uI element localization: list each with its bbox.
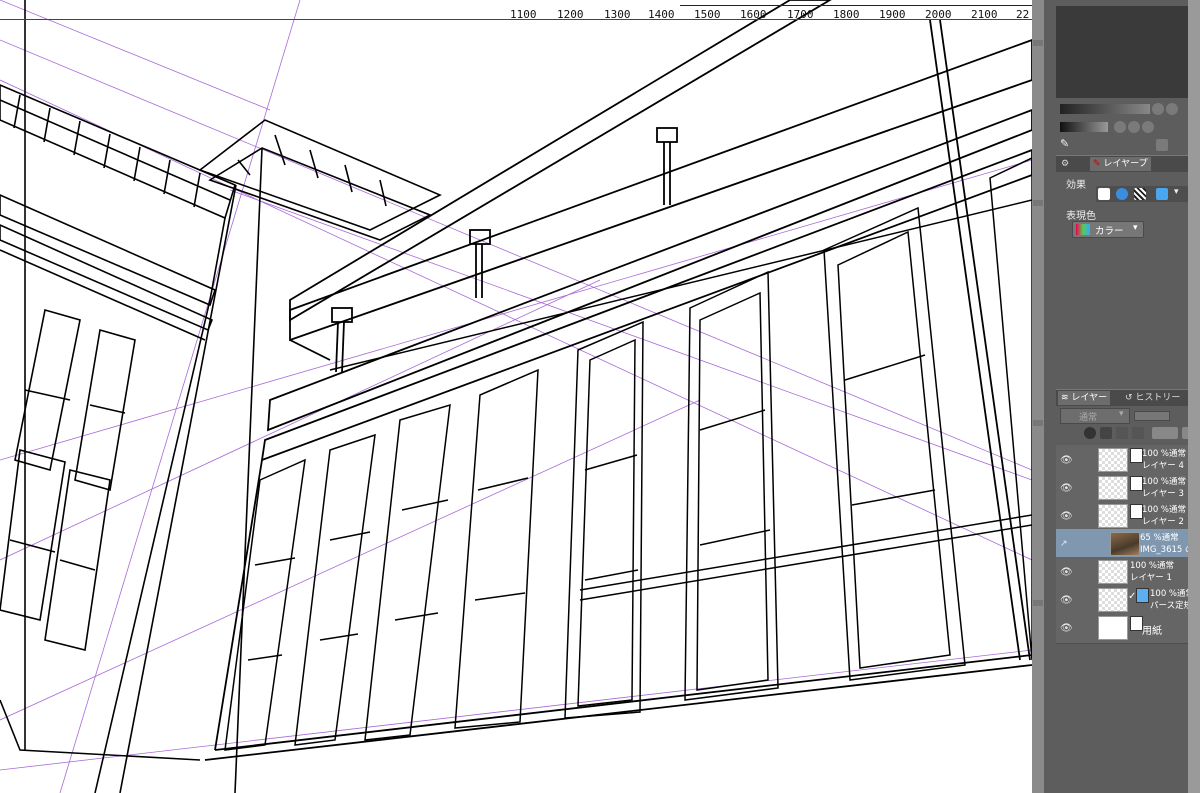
layer-thumbnail [1098,504,1128,528]
layer-thumbnail [1098,476,1128,500]
eye-icon[interactable]: 👁 [1060,623,1073,634]
zoom-out-icon[interactable] [1152,103,1164,115]
ruler-label: 1900 [879,8,906,20]
panel-edge [1188,0,1200,793]
ruler-label: 1600 [740,8,767,20]
ruler-layer-icon [1136,588,1149,603]
ruler-label: 2000 [925,8,952,20]
layer-thumbnail [1098,560,1128,584]
main-facade [204,0,1032,761]
expression-color-label: 表現色 [1066,211,1096,222]
eye-icon[interactable]: 👁 [1060,455,1073,466]
ruler-label: 1700 [787,8,814,20]
tab-layer-label: レイヤー [1071,393,1108,403]
chevron-down-icon: ▾ [1119,409,1124,419]
property-tab-bar: ⚙ ✎ レイヤープ [1056,155,1200,172]
vertical-scrollbar[interactable] [1032,0,1044,793]
folder-icon[interactable] [1156,139,1168,151]
color-mode-icon [1076,224,1090,235]
layer-row[interactable]: 👁 100 %通常 レイヤー 3 [1056,473,1200,504]
link-arrow-icon: ↗ [1060,539,1068,549]
dropdown-arrow-icon[interactable]: ▾ [1174,187,1179,197]
layer-name: パース定規 [1150,601,1193,611]
eye-icon[interactable]: 👁 [1060,483,1073,494]
mask-icon[interactable] [1152,427,1178,439]
blend-mode-select[interactable]: 通常 ▾ [1060,408,1130,424]
ruler-label: 1300 [604,8,631,20]
layers-icon: ≋ [1061,393,1069,403]
chevron-down-icon: ▾ [1133,223,1138,233]
tab-history-label: ヒストリー [1135,393,1181,403]
ruler-label: 22 [1016,8,1030,20]
line-art-drawing [0,0,1032,793]
perspective-guides [0,0,1032,793]
zoom-in-icon[interactable] [1166,103,1178,115]
effect-buttons: ▾ [1096,186,1194,202]
eye-icon[interactable]: 👁 [1060,511,1073,522]
tab-layer-property-label: レイヤープ [1103,159,1148,169]
layer-row[interactable]: 👁 用紙 [1056,613,1200,644]
layer-name: レイヤー 4 [1142,461,1184,471]
zoom-slider[interactable] [1060,104,1150,114]
effect-layer-color-icon[interactable] [1156,188,1168,200]
tab-layer[interactable]: ≋ レイヤー [1058,391,1111,405]
layer-opacity-mode: 100 %通常 [1142,505,1187,515]
top-ruler: 1100 1200 1300 1400 1500 1600 1700 1800 … [0,0,1032,20]
ruler-label: 2100 [971,8,998,20]
rotate-right-icon[interactable] [1128,121,1140,133]
blend-mode-value: 通常 [1079,413,1098,423]
layer-row[interactable]: 👁 100 %通常 レイヤー 1 [1056,557,1200,588]
expression-color-select[interactable]: カラー ▾ [1072,221,1144,238]
rotate-left-icon[interactable] [1114,121,1126,133]
eye-icon[interactable]: 👁 [1060,595,1073,606]
layer-tab-bar: ≋ レイヤー ↺ ヒストリー [1056,389,1200,406]
ruler-label: 1400 [648,8,675,20]
layer-opacity-mode: 65 %通常 [1140,533,1179,543]
layer-opacity-mode: 100 %通常 [1130,561,1175,571]
layer-thumbnail [1098,616,1128,640]
center-tower [198,119,442,793]
effect-border-icon[interactable] [1098,188,1110,200]
tab-tool-property[interactable]: ⚙ [1058,157,1072,171]
tab-history[interactable]: ↺ ヒストリー [1122,391,1183,405]
effect-label: 効果 [1066,180,1086,191]
lock-icon[interactable] [1116,427,1128,439]
navigator-preview [1056,6,1200,98]
layer-opacity-mode: 100 %通常 [1142,477,1187,487]
layer-opacity-mode: 100 %通常 [1142,449,1187,459]
drawing-canvas[interactable]: 1100 1200 1300 1400 1500 1600 1700 1800 … [0,0,1032,793]
clipping-icon[interactable] [1084,427,1096,439]
eye-icon[interactable]: 👁 [1060,567,1073,578]
layer-thumbnail [1098,588,1128,612]
layer-row[interactable]: 👁 ✓ 100 %通常 パース定規 [1056,585,1200,616]
left-building [0,0,237,793]
history-icon: ↺ [1125,393,1133,403]
layer-thumbnail [1110,532,1140,556]
effect-tone-icon[interactable] [1116,188,1128,200]
ruler-label: 1100 [510,8,537,20]
reset-rotate-icon[interactable] [1142,121,1154,133]
expression-color-value: カラー [1095,226,1124,237]
layer-row[interactable]: 👁 100 %通常 レイヤー 2 [1056,501,1200,532]
tab-layer-property[interactable]: ✎ レイヤープ [1090,157,1151,171]
rotate-slider[interactable] [1060,122,1108,132]
facade-windows [224,157,1032,751]
brush-icon: ✎ [1093,159,1101,169]
opacity-slider[interactable] [1134,411,1170,421]
layer-row-selected[interactable]: ↗ 65 %通常 IMG_3615 のコピー [1056,529,1200,560]
layer-name: 用紙 [1142,626,1162,637]
lock-alpha-icon[interactable] [1132,427,1144,439]
layer-name: レイヤー 2 [1142,517,1184,527]
layer-row[interactable]: 👁 100 %通常 レイヤー 4 [1056,445,1200,476]
ruler-label: 1800 [833,8,860,20]
effect-texture-icon[interactable] [1134,188,1146,200]
layer-name: レイヤー 1 [1130,573,1172,583]
layer-name: レイヤー 3 [1142,489,1184,499]
reference-icon[interactable] [1100,427,1112,439]
ruler-label: 1200 [557,8,584,20]
side-panel: ✎ ⚙ ✎ レイヤープ 効果 ▾ 表現色 カラー ▾ ≋ レイヤー ↺ ヒストリ… [1044,0,1200,793]
ruler-label: 1500 [694,8,721,20]
layer-thumbnail [1098,448,1128,472]
eyedropper-icon[interactable]: ✎ [1060,137,1069,150]
